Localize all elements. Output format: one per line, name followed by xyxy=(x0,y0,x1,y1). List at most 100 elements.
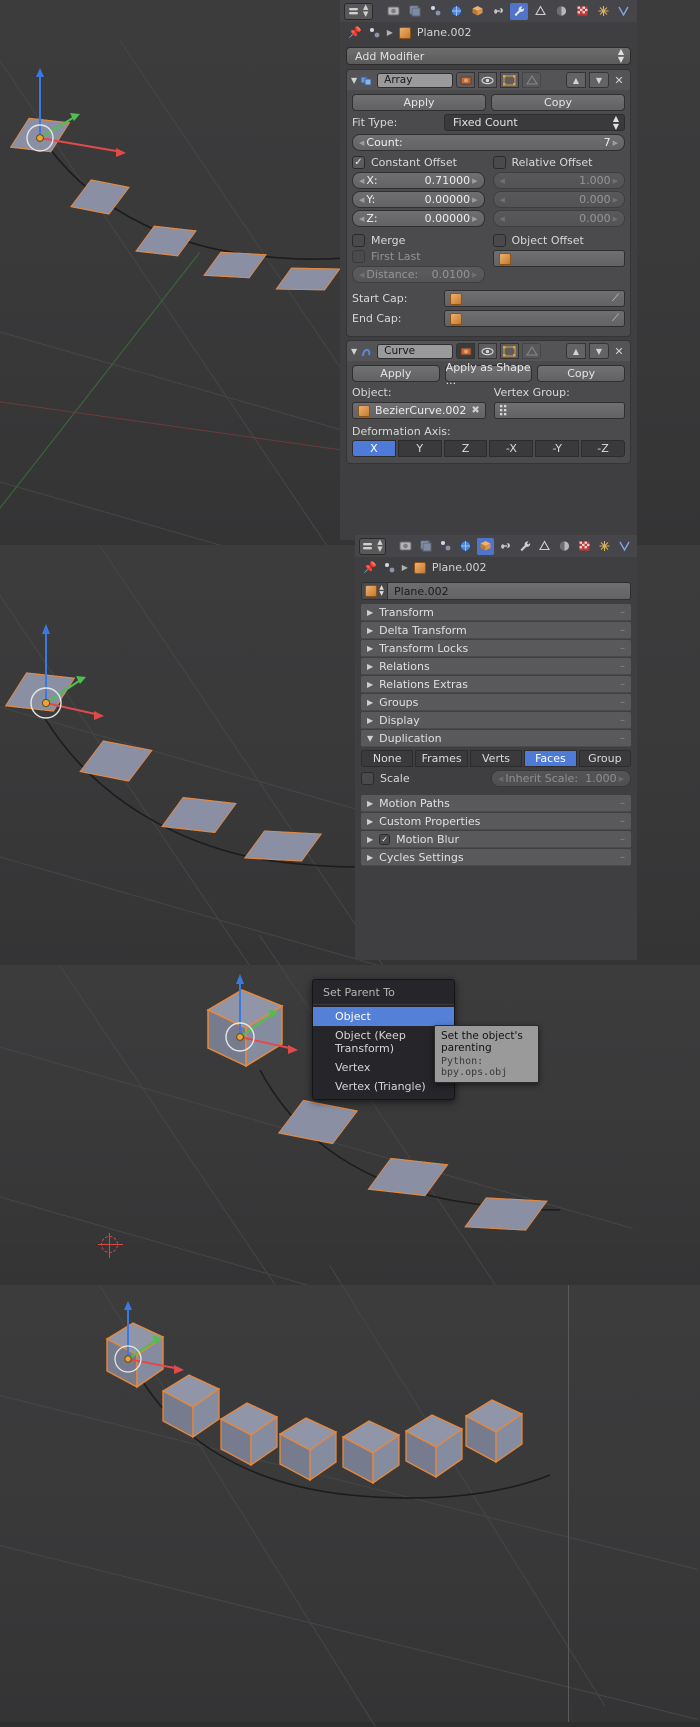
panel-relations[interactable]: ▶ Relations – xyxy=(361,658,631,675)
motion-blur-checkbox[interactable]: ✓ xyxy=(379,833,391,845)
panel-motion-blur[interactable]: ▶ ✓ Motion Blur – xyxy=(361,831,631,848)
duplication-mode-toggle-group[interactable]: None Frames Verts Faces Group xyxy=(361,750,632,767)
tab-physics[interactable] xyxy=(536,538,553,555)
viewport-visibility-toggle[interactable] xyxy=(478,72,498,88)
tab-world[interactable] xyxy=(447,3,465,20)
axis-neg-x-button[interactable]: -X xyxy=(489,440,534,457)
tab-texture[interactable] xyxy=(573,3,591,20)
constant-offset-y-field[interactable]: ◀ Y: 0.00000 ▶ xyxy=(352,191,485,208)
render-visibility-toggle[interactable] xyxy=(456,72,476,88)
tab-object[interactable] xyxy=(476,537,494,555)
tab-scene[interactable] xyxy=(417,538,434,555)
tab-material[interactable] xyxy=(552,3,570,20)
move-modifier-down-button[interactable]: ▼ xyxy=(589,343,609,359)
tab-render[interactable] xyxy=(384,3,402,20)
properties-editor-modifiers[interactable]: ▲ ▼ 📌 ▶ Plane.002 Add Modifier ▲ ▼ ▼ Array xyxy=(340,0,637,540)
tab-object[interactable] xyxy=(468,3,486,20)
tab-modifiers[interactable] xyxy=(517,538,534,555)
panel-groups[interactable]: ▶ Groups – xyxy=(361,694,631,711)
collapse-triangle-icon[interactable]: ▼ xyxy=(351,347,357,356)
constant-offset-x-field[interactable]: ◀ X: 0.71000 ▶ xyxy=(352,172,485,189)
relative-offset-z-field[interactable]: ◀ 0.000 ▶ xyxy=(492,210,625,227)
object-offset-field[interactable] xyxy=(492,250,625,267)
panel-duplication[interactable]: ▼ Duplication – xyxy=(361,730,631,747)
duplication-verts-button[interactable]: Verts xyxy=(469,750,523,767)
viewport-visibility-toggle[interactable] xyxy=(478,343,498,359)
viewport-4[interactable] xyxy=(0,1265,700,1727)
tab-particles[interactable] xyxy=(437,538,454,555)
panel-transform-locks[interactable]: ▶ Transform Locks – xyxy=(361,640,631,657)
tab-extra[interactable] xyxy=(616,538,633,555)
curve-object-field[interactable]: BezierCurve.002 ✖ xyxy=(352,402,486,419)
axis-x-button[interactable]: X xyxy=(352,440,396,457)
axis-neg-y-button[interactable]: -Y xyxy=(535,440,580,457)
menu-item-object[interactable]: Object xyxy=(313,1007,454,1026)
eyedropper-icon[interactable]: ⟋ xyxy=(612,293,619,304)
properties-header[interactable]: ▲ ▼ xyxy=(340,0,637,22)
constant-offset-z-field[interactable]: ◀ Z: 0.00000 ▶ xyxy=(352,210,485,227)
tab-data[interactable] xyxy=(594,3,612,20)
menu-item-vertex[interactable]: Vertex xyxy=(313,1058,454,1077)
tab-extra[interactable] xyxy=(615,3,633,20)
cage-toggle[interactable] xyxy=(522,72,542,88)
copy-button[interactable]: Copy xyxy=(537,365,626,382)
increment-arrow-icon[interactable]: ▶ xyxy=(613,139,618,147)
fit-type-dropdown[interactable]: Fixed Count ▲ ▼ xyxy=(444,114,625,131)
delete-modifier-button[interactable]: ✕ xyxy=(612,345,626,358)
panel-transform[interactable]: ▶ Transform – xyxy=(361,604,631,621)
cage-toggle[interactable] xyxy=(522,343,542,359)
tab-render[interactable] xyxy=(397,538,414,555)
increment-arrow-icon[interactable]: ▶ xyxy=(472,196,477,204)
object-name-field[interactable]: ▲ ▼ Plane.002 xyxy=(361,582,631,600)
pin-icon[interactable]: 📌 xyxy=(348,26,362,39)
tab-constraints[interactable] xyxy=(489,3,507,20)
apply-button[interactable]: Apply xyxy=(352,365,440,382)
move-modifier-up-button[interactable]: ▲ xyxy=(566,72,586,88)
modifier-header[interactable]: ▼ Array ▲ ▼ ✕ xyxy=(347,70,630,90)
relative-offset-x-field[interactable]: ◀ 1.000 ▶ xyxy=(492,172,625,189)
merge-distance-field[interactable]: ◀ Distance: 0.0100 ▶ xyxy=(352,266,485,283)
vertex-group-field[interactable] xyxy=(493,402,625,419)
increment-arrow-icon[interactable]: ▶ xyxy=(613,177,618,185)
panel-relations-extras[interactable]: ▶ Relations Extras – xyxy=(361,676,631,693)
axis-neg-z-button[interactable]: -Z xyxy=(581,440,625,457)
deformation-axis-toggle-group[interactable]: X Y Z -X -Y -Z xyxy=(352,440,625,457)
increment-arrow-icon[interactable]: ▶ xyxy=(613,215,618,223)
panel-cycles-settings[interactable]: ▶ Cycles Settings – xyxy=(361,849,631,866)
first-last-checkbox[interactable] xyxy=(352,250,365,263)
collapse-triangle-icon[interactable]: ▼ xyxy=(351,76,357,85)
panel-custom-properties[interactable]: ▶ Custom Properties – xyxy=(361,813,631,830)
tab-particles[interactable] xyxy=(426,3,444,20)
menu-item-object-keep-transform[interactable]: Object (Keep Transform) xyxy=(313,1026,454,1058)
scale-checkbox[interactable] xyxy=(361,772,374,785)
object-datablock-icon[interactable]: ▲ ▼ xyxy=(362,583,388,599)
close-icon[interactable]: ✖ xyxy=(471,405,479,416)
properties-header[interactable]: ▲ ▼ xyxy=(355,535,637,557)
tab-texture[interactable] xyxy=(576,538,593,555)
duplication-frames-button[interactable]: Frames xyxy=(415,750,468,767)
edit-mode-toggle[interactable] xyxy=(500,343,520,359)
increment-arrow-icon[interactable]: ▶ xyxy=(472,177,477,185)
count-field[interactable]: ◀ Count: 7 ▶ xyxy=(352,134,625,151)
increment-arrow-icon[interactable]: ▶ xyxy=(472,271,477,279)
tab-constraints[interactable] xyxy=(497,538,514,555)
inherit-scale-field[interactable]: ◀ Inherit Scale: 1.000 ▶ xyxy=(491,770,631,787)
menu-item-vertex-triangle[interactable]: Vertex (Triangle) xyxy=(313,1077,454,1096)
tab-data[interactable] xyxy=(596,538,613,555)
editor-type-selector[interactable]: ▲ ▼ xyxy=(344,2,373,20)
tab-physics[interactable] xyxy=(531,3,549,20)
start-cap-field[interactable]: ⟋ xyxy=(444,290,625,307)
pin-icon[interactable]: 📌 xyxy=(363,561,377,574)
panel-motion-paths[interactable]: ▶ Motion Paths – xyxy=(361,795,631,812)
tab-scene[interactable] xyxy=(405,3,423,20)
object-offset-checkbox[interactable] xyxy=(492,234,506,247)
properties-editor-object[interactable]: ▲ ▼ 📌 ▶ Plane.002 ▲ ▼ Plane.002 ▶ Transform… xyxy=(355,535,637,960)
copy-button[interactable]: Copy xyxy=(491,94,625,111)
axis-z-button[interactable]: Z xyxy=(443,440,488,457)
panel-delta-transform[interactable]: ▶ Delta Transform – xyxy=(361,622,631,639)
modifier-name-field[interactable]: Array xyxy=(377,72,454,88)
relative-offset-checkbox[interactable] xyxy=(492,156,506,169)
tab-modifiers[interactable] xyxy=(510,2,529,20)
modifier-panel-curve[interactable]: ▼ Curve ▲ ▼ ✕ Apply Apply as Shape ... C… xyxy=(346,340,631,464)
constant-offset-checkbox[interactable]: ✓ xyxy=(352,156,365,169)
